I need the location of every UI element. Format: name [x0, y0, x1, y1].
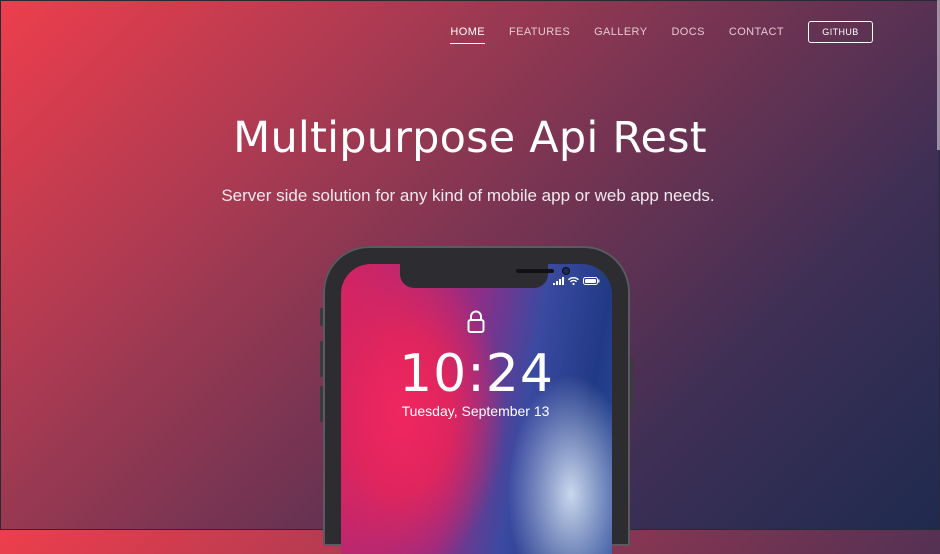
status-bar-icons	[553, 277, 600, 285]
speaker-grille	[516, 269, 554, 273]
lock-screen-date: Tuesday, September 13	[401, 403, 550, 419]
lock-icon	[467, 310, 485, 333]
hero-subtitle: Server side solution for any kind of mob…	[221, 186, 715, 205]
battery-icon	[583, 277, 600, 285]
hero-title: Multipurpose Api Rest	[233, 113, 707, 163]
top-navigation: HOME FEATURES GALLERY DOCS CONTACT GITHU…	[426, 18, 873, 46]
nav-link-contact[interactable]: CONTACT	[729, 18, 784, 46]
phone-mockup: 10:24 Tuesday, September 13	[320, 246, 633, 554]
phone-volume-up-button	[320, 341, 323, 377]
phone-power-button	[630, 356, 633, 412]
phone-lock-screen: 10:24 Tuesday, September 13	[341, 264, 612, 554]
wifi-icon	[568, 277, 579, 285]
signal-icon	[553, 277, 564, 285]
front-camera	[563, 268, 569, 274]
phone-volume-down-button	[320, 386, 323, 422]
phone-notch	[400, 264, 569, 288]
nav-link-gallery[interactable]: GALLERY	[594, 18, 647, 46]
nav-link-docs[interactable]: DOCS	[671, 18, 704, 46]
github-button[interactable]: GITHUB	[808, 21, 873, 43]
nav-link-home[interactable]: HOME	[450, 18, 485, 46]
lock-screen-time: 10:24	[399, 344, 554, 404]
phone-mute-switch	[320, 308, 323, 326]
nav-link-features[interactable]: FEATURES	[509, 18, 570, 46]
